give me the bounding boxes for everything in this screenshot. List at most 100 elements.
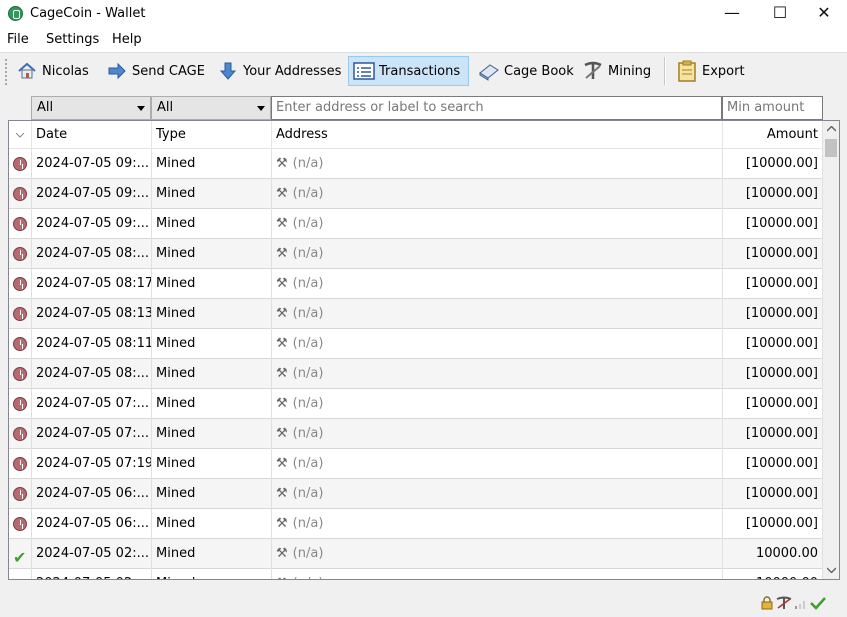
- type-cell: Mined: [152, 479, 272, 509]
- type-cell: Mined: [152, 509, 272, 539]
- type-cell: Mined: [152, 359, 272, 389]
- menu-settings[interactable]: Settings: [46, 32, 99, 47]
- table-row[interactable]: ✔ 2024-07-05 02:...Mined ⚒ (n/a) 10000.00: [9, 539, 823, 569]
- sort-indicator-icon[interactable]: [9, 121, 32, 149]
- vertical-scrollbar[interactable]: [822, 121, 839, 579]
- amount-cell: [10000.00]: [723, 269, 823, 299]
- send-button[interactable]: Send CAGE: [102, 56, 209, 86]
- date-cell: 2024-07-05 07:...: [32, 389, 152, 419]
- status-cell: [9, 479, 32, 509]
- table-row[interactable]: 2024-07-05 08:13 Mined ⚒ (n/a) [10000.00]: [9, 299, 823, 329]
- mining-icon: ⚒: [276, 336, 288, 351]
- type-cell: Mined: [152, 419, 272, 449]
- pending-clock-icon: [13, 337, 27, 351]
- address-cell: ⚒ (n/a): [272, 269, 723, 299]
- mining-button[interactable]: Mining: [578, 56, 655, 86]
- sync-check-icon[interactable]: [810, 596, 826, 614]
- amount-cell: 10000.00: [723, 569, 823, 579]
- min-amount-input[interactable]: Min amount: [722, 96, 823, 120]
- mining-icon: ⚒: [276, 456, 288, 471]
- date-cell: 2024-07-05 08:...: [32, 239, 152, 269]
- pending-clock-icon: [13, 517, 27, 531]
- column-header-address[interactable]: Address: [272, 121, 723, 149]
- type-filter-value: All: [157, 100, 174, 115]
- chevron-down-icon: [257, 106, 265, 111]
- address-cell: ⚒ (n/a): [272, 479, 723, 509]
- address-text: (n/a): [292, 156, 324, 171]
- overview-button[interactable]: Nicolas: [12, 56, 93, 86]
- status-cell: [9, 239, 32, 269]
- export-button[interactable]: Export: [672, 56, 749, 86]
- address-cell: ⚒ (n/a): [272, 509, 723, 539]
- column-header-type[interactable]: Type: [152, 121, 272, 149]
- table-row[interactable]: 2024-07-05 09:... Mined ⚒ (n/a) [10000.00]: [9, 209, 823, 239]
- type-cell: Mined: [152, 539, 272, 569]
- table-row[interactable]: 2024-07-05 07:... Mined ⚒ (n/a) [10000.00]: [9, 389, 823, 419]
- date-cell: 2024-07-05 09:...: [32, 149, 152, 179]
- date-cell: 2024-07-05 06:...: [32, 509, 152, 539]
- mining-label: Mining: [608, 63, 652, 79]
- confirmed-check-icon: ✔: [13, 573, 26, 579]
- menu-file[interactable]: File: [7, 32, 29, 47]
- mining-icon: ⚒: [276, 216, 288, 231]
- transactions-list-icon: [353, 60, 375, 82]
- confirmed-check-icon: ✔: [13, 548, 27, 567]
- status-cell: [9, 509, 32, 539]
- status-cell: [9, 359, 32, 389]
- scrollbar-thumb[interactable]: [825, 139, 837, 157]
- mining-icon: ⚒: [276, 426, 288, 441]
- scroll-up-icon[interactable]: [823, 121, 839, 138]
- amount-cell: [10000.00]: [723, 299, 823, 329]
- receive-arrow-icon: [217, 60, 239, 82]
- type-filter-select[interactable]: All: [151, 96, 271, 120]
- send-label: Send CAGE: [132, 63, 205, 79]
- maximize-button[interactable]: ☐: [757, 0, 803, 28]
- table-row[interactable]: 2024-07-05 07:... Mined ⚒ (n/a) [10000.00]: [9, 419, 823, 449]
- signal-icon[interactable]: [794, 596, 808, 614]
- mining-icon: ⚒: [276, 156, 288, 171]
- transactions-button[interactable]: Transactions: [348, 56, 469, 86]
- column-header-date[interactable]: Date: [32, 121, 152, 149]
- address-text: (n/a): [292, 366, 324, 381]
- table-row[interactable]: 2024-07-05 08:... Mined ⚒ (n/a) [10000.00]: [9, 359, 823, 389]
- close-button[interactable]: ✕: [801, 0, 847, 28]
- date-cell: 2024-07-05 06:...: [32, 479, 152, 509]
- status-cell: [9, 179, 32, 209]
- scroll-down-icon[interactable]: [823, 562, 839, 579]
- address-cell: ⚒ (n/a): [272, 419, 723, 449]
- table-header: Date Type Address Amount: [9, 121, 823, 149]
- menu-help[interactable]: Help: [112, 32, 142, 47]
- lock-icon[interactable]: [760, 596, 774, 614]
- table-row[interactable]: 2024-07-05 09:... Mined ⚒ (n/a) [10000.00]: [9, 149, 823, 179]
- column-header-amount[interactable]: Amount: [723, 121, 823, 149]
- status-cell: [9, 269, 32, 299]
- main-toolbar: Nicolas Send CAGE Your Addresses Transac…: [0, 52, 847, 90]
- toolbar-separator: [664, 57, 666, 85]
- table-row[interactable]: 2024-07-05 08:17 Mined ⚒ (n/a) [10000.00]: [9, 269, 823, 299]
- address-text: (n/a): [292, 426, 324, 441]
- toolbar-grip[interactable]: [5, 59, 8, 85]
- mining-status-icon[interactable]: [776, 596, 792, 614]
- mining-icon: ⚒: [276, 546, 288, 561]
- pending-clock-icon: [13, 307, 27, 321]
- table-row[interactable]: 2024-07-05 08:11 Mined ⚒ (n/a) [10000.00]: [9, 329, 823, 359]
- table-row[interactable]: ✔ 2024-07-05 02:...Mined ⚒ (n/a) 10000.00: [9, 569, 823, 579]
- date-filter-select[interactable]: All: [31, 96, 151, 120]
- table-row[interactable]: 2024-07-05 06:... Mined ⚒ (n/a) [10000.00]: [9, 509, 823, 539]
- type-cell: Mined: [152, 329, 272, 359]
- receive-button[interactable]: Your Addresses: [213, 56, 345, 86]
- table-row[interactable]: 2024-07-05 09:... Mined ⚒ (n/a) [10000.00]: [9, 179, 823, 209]
- mining-icon: ⚒: [276, 186, 288, 201]
- address-cell: ⚒ (n/a): [272, 359, 723, 389]
- export-label: Export: [702, 63, 745, 79]
- minimize-button[interactable]: —: [709, 0, 755, 28]
- amount-cell: [10000.00]: [723, 359, 823, 389]
- table-row[interactable]: 2024-07-05 06:... Mined ⚒ (n/a) [10000.00]: [9, 479, 823, 509]
- status-cell: [9, 209, 32, 239]
- date-cell: 2024-07-05 02:...: [32, 539, 152, 569]
- table-row[interactable]: 2024-07-05 08:... Mined ⚒ (n/a) [10000.00]: [9, 239, 823, 269]
- table-row[interactable]: 2024-07-05 07:19 Mined ⚒ (n/a) [10000.00]: [9, 449, 823, 479]
- pending-clock-icon: [13, 487, 27, 501]
- address-search-input[interactable]: Enter address or label to search: [271, 96, 722, 120]
- address-book-button[interactable]: Cage Book: [474, 56, 578, 86]
